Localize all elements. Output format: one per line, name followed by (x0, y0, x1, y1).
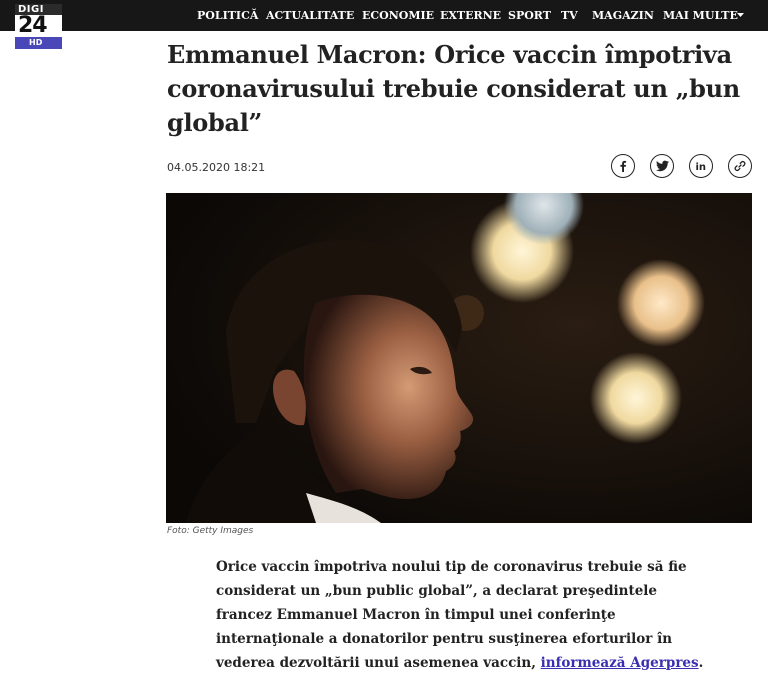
top-navigation-bar: DIGI 24 HD POLITICĂ ACTUALITATE ECONOMIE… (0, 0, 768, 49)
twitter-share-button[interactable] (650, 154, 674, 178)
nav-item-politica[interactable]: POLITICĂ (197, 9, 258, 22)
svg-text:in: in (695, 162, 706, 172)
logo-hd-badge: HD (15, 37, 62, 49)
logo-number: 24 (15, 15, 62, 37)
nav-item-actualitate[interactable]: ACTUALITATE (266, 9, 354, 22)
nav-item-sport[interactable]: SPORT (508, 9, 551, 22)
copy-link-button[interactable] (728, 154, 752, 178)
source-link[interactable]: informează Agerpres (541, 655, 699, 671)
twitter-icon (655, 160, 669, 172)
linkedin-icon: in (695, 162, 706, 172)
macron-portrait-image (166, 193, 752, 523)
photo-caption: Foto: Getty Images (167, 526, 254, 536)
article-date: 04.05.2020 18:21 (167, 161, 266, 174)
article-lead-end: . (698, 655, 704, 671)
article-lead-paragraph: Orice vaccin împotriva noului tip de cor… (216, 555, 716, 675)
article-photo (166, 193, 752, 523)
nav-item-externe[interactable]: EXTERNE (440, 9, 501, 22)
linkedin-share-button[interactable]: in (689, 154, 713, 178)
article-headline: Emmanuel Macron: Orice vaccin împotriva … (167, 40, 740, 137)
facebook-icon (620, 160, 627, 172)
nav-item-mai-multe[interactable]: MAI MULTE (663, 9, 738, 22)
nav-item-tv[interactable]: TV (561, 9, 578, 22)
link-icon (734, 160, 746, 172)
chevron-down-icon[interactable] (736, 11, 745, 19)
digi24-logo[interactable]: DIGI 24 HD (15, 4, 62, 49)
nav-item-economie[interactable]: ECONOMIE (362, 9, 434, 22)
nav-item-magazin[interactable]: MAGAZIN (592, 9, 654, 22)
facebook-share-button[interactable] (611, 154, 635, 178)
